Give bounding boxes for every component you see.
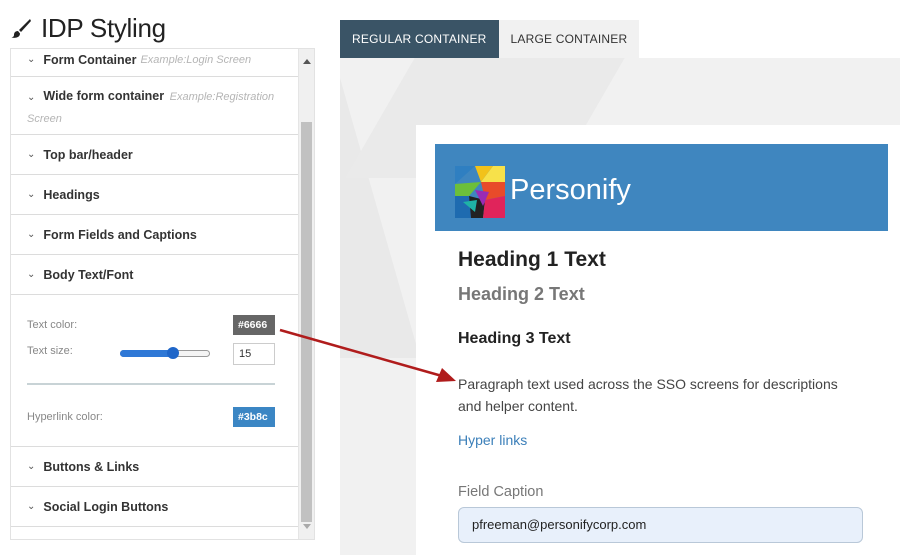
scrollbar-thumb[interactable] [301, 122, 312, 522]
hyperlink-color-label: Hyperlink color: [27, 411, 103, 423]
chevron-down-icon: ⌄ [27, 269, 36, 280]
tab-large-container[interactable]: LARGE CONTAINER [498, 20, 640, 58]
heading-3: Heading 3 Text [458, 330, 571, 347]
chevron-down-icon: ⌄ [27, 229, 36, 240]
chevron-down-icon: ⌄ [27, 54, 36, 65]
section-social-login[interactable]: ⌄ Social Login Buttons [11, 487, 300, 527]
page-header: IDP Styling [10, 10, 166, 46]
scroll-up-icon[interactable] [303, 59, 311, 64]
heading-1: Heading 1 Text [458, 248, 606, 271]
divider [27, 383, 275, 385]
slider-fill [120, 350, 173, 357]
section-label: Headings [43, 187, 100, 202]
section-top-bar[interactable]: ⌄ Top bar/header [11, 135, 300, 175]
personify-logo-icon [455, 166, 505, 218]
section-label: Wide form container [43, 89, 165, 103]
section-body-text[interactable]: ⌄ Body Text/Font [11, 255, 300, 295]
scrollbar[interactable] [298, 49, 314, 539]
text-size-slider[interactable] [120, 347, 210, 359]
text-size-label: Text size: [27, 345, 73, 357]
chevron-down-icon: ⌄ [27, 149, 36, 160]
text-size-row: Text size: 15 [27, 341, 284, 367]
brand-name: Personify [510, 174, 631, 206]
hyperlink-color-picker[interactable]: #3b8c [233, 407, 275, 427]
slider-thumb[interactable] [166, 347, 179, 359]
scroll-down-icon[interactable] [303, 524, 311, 529]
section-example: Example:Login Screen [140, 53, 252, 66]
section-form-fields[interactable]: ⌄ Form Fields and Captions [11, 215, 300, 255]
settings-panel: ⌄ Form Container Example:Login Screen ⌄ W… [10, 48, 315, 540]
container-tabs: REGULAR CONTAINER LARGE CONTAINER [340, 20, 640, 58]
hyperlink[interactable]: Hyper links [458, 432, 527, 448]
login-preview-card: Personify Heading 1 Text Heading 2 Text … [435, 144, 888, 555]
page-title: IDP Styling [41, 12, 166, 43]
text-color-picker[interactable]: #6666 [233, 315, 275, 335]
paintbrush-icon [11, 19, 31, 38]
chevron-down-icon: ⌄ [27, 92, 36, 103]
text-size-input[interactable]: 15 [233, 343, 275, 365]
section-form-container[interactable]: ⌄ Form Container Example:Login Screen [11, 49, 300, 77]
section-label: Body Text/Font [43, 267, 134, 282]
text-color-row: Text color: #6666 [27, 315, 284, 337]
field-caption: Field Caption [458, 484, 544, 500]
chevron-down-icon: ⌄ [27, 189, 36, 200]
accordion: ⌄ Form Container Example:Login Screen ⌄ W… [11, 49, 300, 539]
section-label: Social Login Buttons [43, 499, 169, 514]
chevron-down-icon: ⌄ [27, 461, 36, 472]
section-headings[interactable]: ⌄ Headings [11, 175, 300, 215]
paragraph-text: Paragraph text used across the SSO scree… [458, 376, 838, 414]
tab-regular-container[interactable]: REGULAR CONTAINER [340, 20, 499, 58]
brand-header-bar: Personify [435, 144, 888, 231]
section-label: Top bar/header [43, 147, 133, 162]
section-wide-form-container[interactable]: ⌄ Wide form container Example:Registratio… [11, 77, 300, 135]
section-label: Form Container [43, 52, 137, 67]
section-label: Buttons & Links [43, 459, 140, 474]
section-buttons-links[interactable]: ⌄ Buttons & Links [11, 447, 300, 487]
email-input[interactable]: pfreeman@personifycorp.com [458, 507, 863, 543]
section-label: Form Fields and Captions [43, 227, 197, 242]
heading-2: Heading 2 Text [458, 284, 585, 304]
chevron-down-icon: ⌄ [27, 501, 36, 512]
body-text-settings: Text color: #6666 Text size: 15 Hyperlin… [11, 295, 300, 447]
text-color-label: Text color: [27, 319, 78, 331]
hyperlink-color-row: Hyperlink color: #3b8c [27, 407, 284, 429]
